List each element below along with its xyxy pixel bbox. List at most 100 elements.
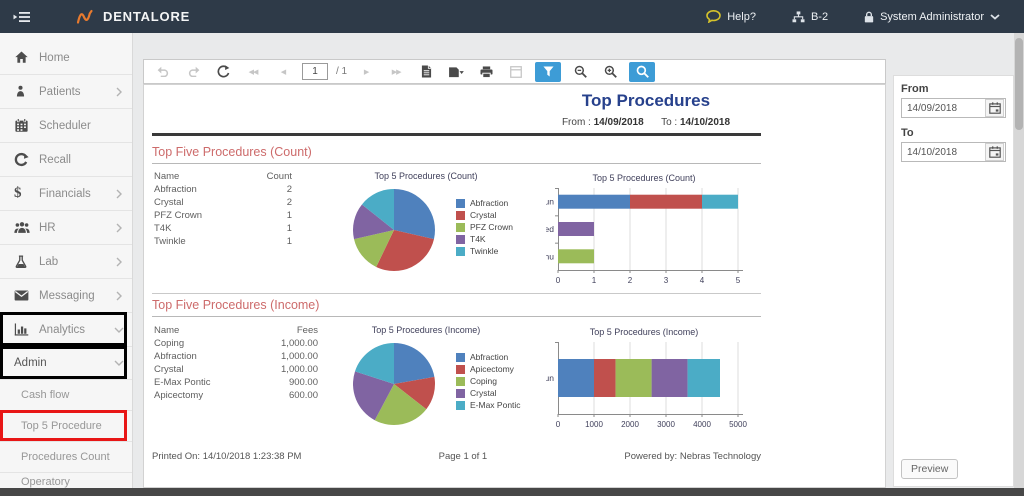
sidebar-item-label: Operatory Production xyxy=(21,476,122,488)
search-button[interactable] xyxy=(629,62,655,82)
sidebar-item-label: Scheduler xyxy=(39,120,122,132)
sidebar-item-top-5-procedure[interactable]: Top 5 Procedure xyxy=(0,411,132,442)
cell-value: 1,000.00 xyxy=(254,363,318,376)
from-date-input[interactable] xyxy=(902,103,985,114)
svg-text:1000: 1000 xyxy=(585,420,603,429)
branch-selector[interactable]: B-2 xyxy=(792,11,828,23)
preview-button[interactable]: Preview xyxy=(901,459,958,479)
help-button[interactable]: Help? xyxy=(706,10,756,23)
scrollbar-thumb[interactable] xyxy=(1015,38,1023,130)
svg-text:0: 0 xyxy=(556,276,561,285)
redo-button[interactable] xyxy=(182,62,204,82)
sidebar-nav: Home Patients Scheduler Recall$FinancialsHR… xyxy=(0,33,133,488)
last-page-button[interactable]: ▶▶ xyxy=(385,62,407,82)
zoom-out-button[interactable] xyxy=(569,62,591,82)
sidebar-collapse-button[interactable] xyxy=(13,11,31,23)
count-table: NameCountAbfraction2Crystal2PFZ Crown1T4… xyxy=(154,170,292,248)
sidebar-item-operatory-production[interactable]: Operatory Production xyxy=(0,473,132,488)
print-layout-button[interactable] xyxy=(505,62,527,82)
sidebar-item-procedures-count[interactable]: Procedures Count xyxy=(0,442,132,473)
calendar-icon[interactable] xyxy=(985,143,1004,161)
cell-name: Coping xyxy=(154,337,254,350)
svg-text:3: 3 xyxy=(664,276,669,285)
svg-text:2000: 2000 xyxy=(621,420,639,429)
legend-label: E-Max Pontic xyxy=(470,400,521,410)
section-divider xyxy=(152,293,761,294)
sidebar-item-label: Financials xyxy=(39,188,116,200)
calendar-icon[interactable] xyxy=(985,99,1004,117)
legend-item: Abfraction xyxy=(456,197,513,209)
cell-value: 1 xyxy=(250,222,292,235)
header-rule xyxy=(152,133,761,136)
first-page-button[interactable]: ◀◀ xyxy=(242,62,264,82)
refresh-button[interactable] xyxy=(212,62,234,82)
print-button[interactable] xyxy=(475,62,497,82)
legend-item: Abfraction xyxy=(456,351,521,363)
messaging-icon xyxy=(14,290,39,301)
svg-text:5000: 5000 xyxy=(729,420,747,429)
export-menu-button[interactable] xyxy=(445,62,467,82)
legend-swatch xyxy=(456,199,465,208)
cell-name: PFZ Crown xyxy=(154,209,250,222)
legend-item: PFZ Crown xyxy=(456,221,513,233)
sidebar-item-label: Analytics xyxy=(39,324,116,336)
report-footer: Printed On: 14/10/2018 1:23:38 PM Page 1… xyxy=(152,451,761,462)
legend-swatch xyxy=(456,389,465,398)
sidebar-item-label: Patients xyxy=(39,86,116,98)
recall-icon xyxy=(14,152,39,167)
legend-swatch xyxy=(456,211,465,220)
prev-page-button[interactable]: ◀ xyxy=(272,62,294,82)
chart-title: Top 5 Procedures (Count) xyxy=(546,173,742,185)
sidebar-item-messaging[interactable]: Messaging xyxy=(0,279,132,313)
sidebar-item-patients[interactable]: Patients xyxy=(0,75,132,109)
filter-button[interactable] xyxy=(535,62,561,82)
sidebar-item-analytics[interactable]: Analytics xyxy=(0,313,132,347)
legend-item: Crystal xyxy=(456,209,513,221)
page-total-label: / 1 xyxy=(336,66,347,77)
page-number-input[interactable] xyxy=(302,63,328,80)
sidebar-item-lab[interactable]: Lab xyxy=(0,245,132,279)
svg-text:5: 5 xyxy=(736,276,741,285)
legend-swatch xyxy=(456,401,465,410)
legend-label: Crystal xyxy=(470,210,496,220)
vertical-scrollbar[interactable] xyxy=(1014,33,1024,488)
chat-bubble-icon xyxy=(706,10,721,23)
scheduler-icon xyxy=(14,118,39,133)
cell-name: Name xyxy=(154,324,254,337)
undo-button[interactable] xyxy=(152,62,174,82)
next-page-button[interactable]: ▶ xyxy=(355,62,377,82)
page-indicator: Page 1 of 1 xyxy=(439,451,488,462)
sidebar-item-label: Procedures Count xyxy=(21,451,122,463)
sidebar-item-admin[interactable]: Admin xyxy=(0,347,132,380)
zoom-in-button[interactable] xyxy=(599,62,621,82)
table-header: NameCount xyxy=(154,170,292,183)
filter-from-label: From xyxy=(901,83,1006,95)
user-menu[interactable]: System Administrator xyxy=(864,11,1000,23)
cell-name: T4K xyxy=(154,222,250,235)
sidebar-item-cash-flow[interactable]: Cash flow xyxy=(0,380,132,411)
sidebar-item-home[interactable]: Home xyxy=(0,41,132,75)
export-file-button[interactable] xyxy=(415,62,437,82)
topbar-right: Help? B-2 System Administrator xyxy=(706,10,1000,23)
cell-value: 900.00 xyxy=(254,376,318,389)
cell-value: Count xyxy=(250,170,292,183)
cell-value: 600.00 xyxy=(254,389,318,402)
to-date-input[interactable] xyxy=(902,147,985,158)
income-table: NameFeesCoping1,000.00Abfraction1,000.00… xyxy=(154,324,318,402)
legend-swatch xyxy=(456,247,465,256)
report-page: Top Procedures From : 14/09/2018 To : 14… xyxy=(143,84,886,488)
cell-value: 1,000.00 xyxy=(254,337,318,350)
sidebar-item-label: Top 5 Procedure xyxy=(21,420,122,432)
from-value: 14/09/2018 xyxy=(594,117,644,128)
printed-on: Printed On: 14/10/2018 1:23:38 PM xyxy=(152,451,301,462)
report-toolbar: ◀◀◀/ 1▶▶▶ xyxy=(143,59,886,84)
branch-label: B-2 xyxy=(811,11,828,23)
sidebar-item-recall[interactable]: Recall xyxy=(0,143,132,177)
legend-label: T4K xyxy=(470,234,486,244)
sidebar-item-hr[interactable]: HR xyxy=(0,211,132,245)
cell-name: Crystal xyxy=(154,196,250,209)
sidebar-item-scheduler[interactable]: Scheduler xyxy=(0,109,132,143)
patients-icon xyxy=(14,85,39,98)
table-row: Abfraction1,000.00 xyxy=(154,350,318,363)
sidebar-item-financials[interactable]: $Financials xyxy=(0,177,132,211)
